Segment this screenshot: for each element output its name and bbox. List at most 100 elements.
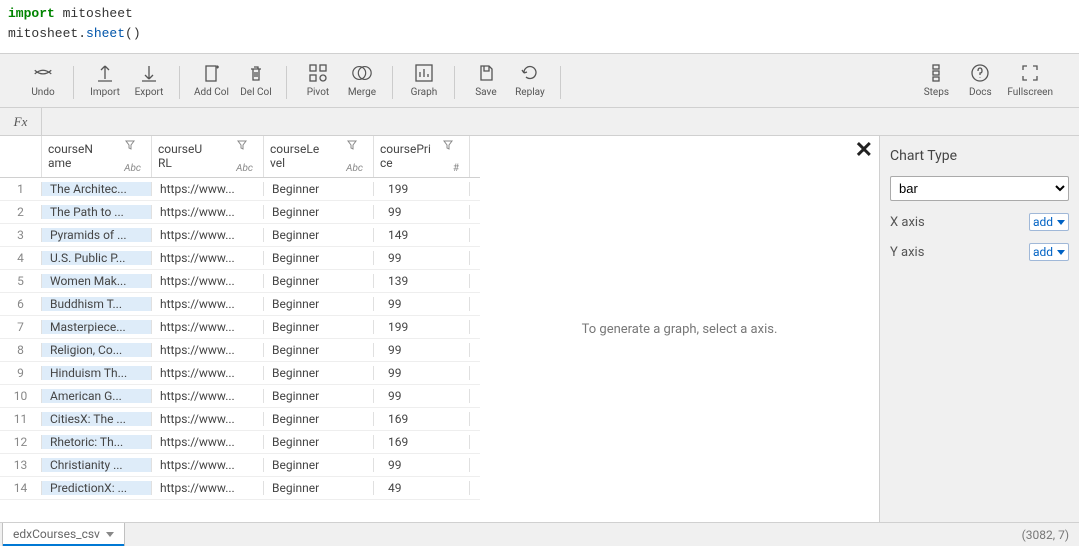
cell-courseprice[interactable]: 149 — [374, 228, 470, 242]
cell-courselevel[interactable]: Beginner — [264, 320, 374, 334]
table-row[interactable]: 8Religion, Co...https://www...Beginner99 — [0, 339, 480, 362]
table-row[interactable]: 10American G...https://www...Beginner99 — [0, 385, 480, 408]
cell-courseprice[interactable]: 99 — [374, 251, 470, 265]
cell-courselevel[interactable]: Beginner — [264, 274, 374, 288]
filter-icon[interactable] — [443, 140, 453, 150]
filter-icon[interactable] — [347, 140, 357, 150]
cell-courseurl[interactable]: https://www... — [152, 481, 264, 495]
cell-courselevel[interactable]: Beginner — [264, 228, 374, 242]
cell-courseurl[interactable]: https://www... — [152, 320, 264, 334]
cell-courselevel[interactable]: Beginner — [264, 412, 374, 426]
cell-courseurl[interactable]: https://www... — [152, 297, 264, 311]
save-button[interactable]: Save — [469, 62, 503, 98]
cell-courselevel[interactable]: Beginner — [264, 182, 374, 196]
cell-courselevel[interactable]: Beginner — [264, 435, 374, 449]
cell-coursename[interactable]: American G... — [42, 389, 152, 403]
filter-icon[interactable] — [125, 140, 135, 150]
table-row[interactable]: 4U.S. Public P...https://www...Beginner9… — [0, 247, 480, 270]
steps-button[interactable]: Steps — [919, 62, 953, 98]
table-row[interactable]: 12Rhetoric: Th...https://www...Beginner1… — [0, 431, 480, 454]
docs-button[interactable]: Docs — [963, 62, 997, 98]
cell-courseprice[interactable]: 99 — [374, 297, 470, 311]
close-icon[interactable]: ✕ — [855, 140, 873, 162]
graph-button[interactable]: Graph — [407, 62, 441, 98]
cell-coursename[interactable]: Christianity ... — [42, 458, 152, 472]
yaxis-add-button[interactable]: add — [1029, 243, 1069, 261]
cell-courseurl[interactable]: https://www... — [152, 412, 264, 426]
col-header-courseurl[interactable]: courseURL Abc — [152, 136, 264, 177]
table-row[interactable]: 1The Architec...https://www...Beginner19… — [0, 178, 480, 201]
cell-courselevel[interactable]: Beginner — [264, 458, 374, 472]
cell-coursename[interactable]: The Architec... — [42, 182, 152, 196]
cell-courseprice[interactable]: 199 — [374, 320, 470, 334]
cell-courseurl[interactable]: https://www... — [152, 458, 264, 472]
cell-courseprice[interactable]: 169 — [374, 412, 470, 426]
pivot-button[interactable]: Pivot — [301, 62, 335, 98]
table-row[interactable]: 3Pyramids of ...https://www...Beginner14… — [0, 224, 480, 247]
add-col-button[interactable]: Add Col — [194, 62, 229, 98]
import-button[interactable]: Import — [88, 62, 122, 98]
cell-courseurl[interactable]: https://www... — [152, 205, 264, 219]
cell-courseprice[interactable]: 99 — [374, 458, 470, 472]
cell-courseurl[interactable]: https://www... — [152, 182, 264, 196]
cell-courselevel[interactable]: Beginner — [264, 389, 374, 403]
cell-courselevel[interactable]: Beginner — [264, 251, 374, 265]
chart-type-select[interactable]: bar — [890, 176, 1069, 201]
sheet-body[interactable]: 1The Architec...https://www...Beginner19… — [0, 178, 480, 522]
col-header-courseprice[interactable]: coursePrice # — [374, 136, 470, 177]
table-row[interactable]: 7Masterpiece...https://www...Beginner199 — [0, 316, 480, 339]
cell-courselevel[interactable]: Beginner — [264, 366, 374, 380]
fullscreen-button[interactable]: Fullscreen — [1007, 62, 1053, 98]
cell-coursename[interactable]: Women Mak... — [42, 274, 152, 288]
replay-button[interactable]: Replay — [513, 62, 547, 98]
cell-courseurl[interactable]: https://www... — [152, 343, 264, 357]
cell-coursename[interactable]: Rhetoric: Th... — [42, 435, 152, 449]
cell-courselevel[interactable]: Beginner — [264, 343, 374, 357]
merge-button[interactable]: Merge — [345, 62, 379, 98]
table-row[interactable]: 2The Path to ...https://www...Beginner99 — [0, 201, 480, 224]
cell-courseprice[interactable]: 49 — [374, 481, 470, 495]
cell-courseprice[interactable]: 99 — [374, 366, 470, 380]
cell-courseurl[interactable]: https://www... — [152, 228, 264, 242]
col-header-courselevel[interactable]: courseLevel Abc — [264, 136, 374, 177]
sheet-tab[interactable]: edxCourses_csv — [2, 523, 125, 546]
cell-coursename[interactable]: U.S. Public P... — [42, 251, 152, 265]
cell-courseurl[interactable]: https://www... — [152, 274, 264, 288]
cell-coursename[interactable]: Buddhism T... — [42, 297, 152, 311]
cell-courseprice[interactable]: 199 — [374, 182, 470, 196]
cell-coursename[interactable]: Pyramids of ... — [42, 228, 152, 242]
cell-courseurl[interactable]: https://www... — [152, 389, 264, 403]
cell-courseprice[interactable]: 99 — [374, 343, 470, 357]
table-row[interactable]: 13Christianity ...https://www...Beginner… — [0, 454, 480, 477]
code-cell[interactable]: import mitosheet mitosheet.sheet() — [0, 0, 1079, 53]
cell-courseurl[interactable]: https://www... — [152, 366, 264, 380]
undo-button[interactable]: Undo — [26, 62, 60, 98]
cell-courseprice[interactable]: 99 — [374, 389, 470, 403]
cell-courseurl[interactable]: https://www... — [152, 251, 264, 265]
cell-courseprice[interactable]: 99 — [374, 205, 470, 219]
table-row[interactable]: 14PredictionX: ...https://www...Beginner… — [0, 477, 480, 500]
cell-coursename[interactable]: Religion, Co... — [42, 343, 152, 357]
cell-courseprice[interactable]: 139 — [374, 274, 470, 288]
cell-courseurl[interactable]: https://www... — [152, 435, 264, 449]
cell-courselevel[interactable]: Beginner — [264, 481, 374, 495]
cell-coursename[interactable]: CitiesX: The ... — [42, 412, 152, 426]
table-row[interactable]: 9Hinduism Th...https://www...Beginner99 — [0, 362, 480, 385]
formula-input[interactable] — [42, 108, 1079, 135]
xaxis-add-button[interactable]: add — [1029, 213, 1069, 231]
filter-icon[interactable] — [237, 140, 247, 150]
cell-courselevel[interactable]: Beginner — [264, 297, 374, 311]
cell-coursename[interactable]: Hinduism Th... — [42, 366, 152, 380]
cell-courselevel[interactable]: Beginner — [264, 205, 374, 219]
trash-icon — [245, 62, 267, 84]
table-row[interactable]: 5Women Mak...https://www...Beginner139 — [0, 270, 480, 293]
cell-coursename[interactable]: The Path to ... — [42, 205, 152, 219]
del-col-button[interactable]: Del Col — [239, 62, 273, 98]
cell-coursename[interactable]: PredictionX: ... — [42, 481, 152, 495]
cell-courseprice[interactable]: 169 — [374, 435, 470, 449]
table-row[interactable]: 6Buddhism T...https://www...Beginner99 — [0, 293, 480, 316]
export-button[interactable]: Export — [132, 62, 166, 98]
col-header-coursename[interactable]: courseName Abc — [42, 136, 152, 177]
table-row[interactable]: 11CitiesX: The ...https://www...Beginner… — [0, 408, 480, 431]
cell-coursename[interactable]: Masterpiece... — [42, 320, 152, 334]
